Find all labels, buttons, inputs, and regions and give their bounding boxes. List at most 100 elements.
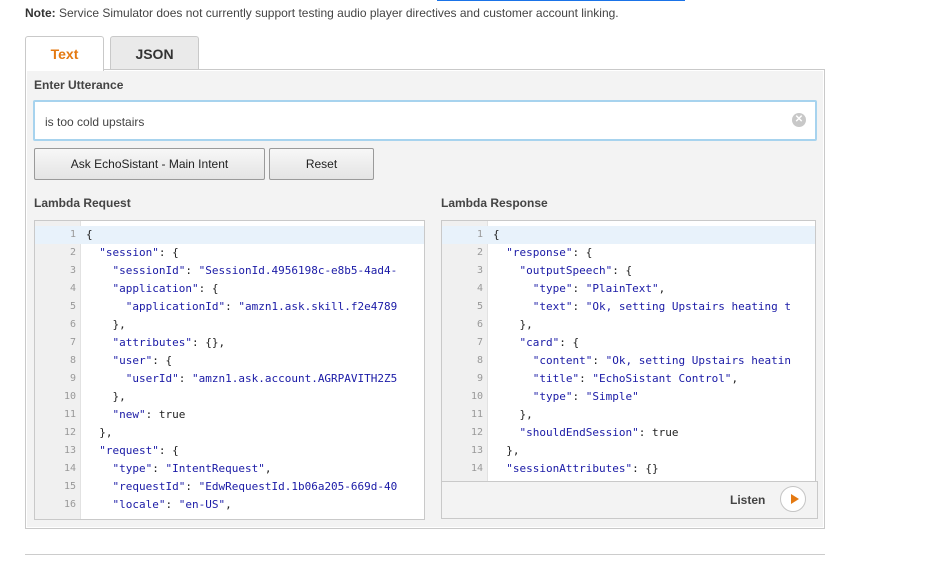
code-text: "shouldEndSession": true <box>519 426 679 439</box>
line-number: 14 <box>63 463 76 474</box>
listen-label: Listen <box>730 493 766 507</box>
code-line: 11 }, <box>442 406 815 424</box>
code-line: 16 "locale": "en-US", <box>35 496 424 514</box>
line-number: 1 <box>476 229 483 240</box>
code-line: 5 "applicationId": "amzn1.ask.skill.f2e4… <box>35 298 424 316</box>
lambda-request-title: Lambda Request <box>34 196 131 210</box>
line-number: 7 <box>476 337 483 348</box>
code-text: "sessionId": "SessionId.4956198c-e8b5-4a… <box>112 264 398 277</box>
code-line: 15 "requestId": "EdwRequestId.1b06a205-6… <box>35 478 424 496</box>
code-line: 12 "shouldEndSession": true <box>442 424 815 442</box>
note-text: Service Simulator does not currently sup… <box>55 6 619 20</box>
code-line: 11 "new": true <box>35 406 424 424</box>
line-number: 11 <box>470 409 483 420</box>
line-number: 9 <box>69 373 76 384</box>
code-text: { <box>86 228 93 241</box>
code-line: 10 "type": "Simple" <box>442 388 815 406</box>
code-text: }, <box>86 390 126 403</box>
code-line: 6 }, <box>35 316 424 334</box>
code-text: }, <box>493 408 533 421</box>
code-line: 1{ <box>35 226 424 244</box>
line-number: 12 <box>470 427 483 438</box>
line-number: 6 <box>476 319 483 330</box>
line-number: 3 <box>476 265 483 276</box>
line-number: 13 <box>63 445 76 456</box>
listen-bar: Listen <box>441 481 818 519</box>
code-line: 4 "application": { <box>35 280 424 298</box>
code-text: "type": "IntentRequest", <box>112 462 272 475</box>
code-text: }, <box>493 444 520 457</box>
clear-icon[interactable]: ✕ <box>792 113 806 127</box>
line-number: 7 <box>69 337 76 348</box>
play-button[interactable] <box>780 486 806 512</box>
code-line: 2 "session": { <box>35 244 424 262</box>
play-icon <box>791 494 799 504</box>
utterance-label: Enter Utterance <box>34 78 124 92</box>
code-text: }, <box>86 426 113 439</box>
line-number: 5 <box>69 301 76 312</box>
line-number: 4 <box>476 283 483 294</box>
reset-button[interactable]: Reset <box>269 148 374 180</box>
code-line: 1{ <box>442 226 815 244</box>
lambda-response-editor[interactable]: 1{2 "response": {3 "outputSpeech": {4 "t… <box>441 220 816 481</box>
code-line: 8 "user": { <box>35 352 424 370</box>
line-number: 1 <box>69 229 76 240</box>
code-text: "userId": "amzn1.ask.account.AGRPAVITH2Z… <box>125 372 398 385</box>
code-text: "request": { <box>99 444 179 457</box>
top-progress-line <box>437 0 685 1</box>
code-text: { <box>493 228 500 241</box>
code-text: "text": "Ok, setting Upstairs heating t <box>532 300 792 313</box>
code-line: 7 "attributes": {}, <box>35 334 424 352</box>
line-number: 12 <box>63 427 76 438</box>
code-text: "session": { <box>99 246 179 259</box>
code-text: "applicationId": "amzn1.ask.skill.f2e478… <box>125 300 398 313</box>
code-text: "type": "PlainText", <box>532 282 666 295</box>
code-text: }, <box>86 318 126 331</box>
code-line: 9 "title": "EchoSistant Control", <box>442 370 815 388</box>
bottom-divider <box>25 554 825 555</box>
code-line: 8 "content": "Ok, setting Upstairs heati… <box>442 352 815 370</box>
code-text: "user": { <box>112 354 173 367</box>
utterance-input[interactable] <box>43 102 787 141</box>
code-text: "type": "Simple" <box>532 390 639 403</box>
lambda-response-title: Lambda Response <box>441 196 548 210</box>
lambda-request-editor[interactable]: 1{2 "session": {3 "sessionId": "SessionI… <box>34 220 425 520</box>
line-number: 8 <box>476 355 483 366</box>
code-line: 7 "card": { <box>442 334 815 352</box>
line-number: 5 <box>476 301 483 312</box>
utterance-field[interactable]: ✕ <box>33 100 817 141</box>
code-text: "response": { <box>506 246 593 259</box>
code-line: 6 }, <box>442 316 815 334</box>
line-number: 15 <box>63 481 76 492</box>
line-number: 6 <box>69 319 76 330</box>
line-number: 11 <box>63 409 76 420</box>
code-text: }, <box>493 318 533 331</box>
note-prefix: Note: <box>25 6 56 20</box>
code-line: 12 }, <box>35 424 424 442</box>
line-number: 8 <box>69 355 76 366</box>
note: Note: Service Simulator does not current… <box>25 6 619 20</box>
code-text: "outputSpeech": { <box>519 264 633 277</box>
tab-text[interactable]: Text <box>25 36 104 71</box>
code-text: "title": "EchoSistant Control", <box>532 372 739 385</box>
code-line: 10 }, <box>35 388 424 406</box>
line-number: 9 <box>476 373 483 384</box>
code-line: 3 "sessionId": "SessionId.4956198c-e8b5-… <box>35 262 424 280</box>
line-number: 10 <box>63 391 76 402</box>
line-number: 3 <box>69 265 76 276</box>
code-text: "sessionAttributes": {} <box>506 462 659 475</box>
line-number: 2 <box>69 247 76 258</box>
code-line: 14 "sessionAttributes": {} <box>442 460 815 478</box>
line-number: 13 <box>470 445 483 456</box>
code-text: "card": { <box>519 336 580 349</box>
tab-json[interactable]: JSON <box>110 36 199 70</box>
code-line: 4 "type": "PlainText", <box>442 280 815 298</box>
ask-intent-button[interactable]: Ask EchoSistant - Main Intent <box>34 148 265 180</box>
line-number: 4 <box>69 283 76 294</box>
code-text: "attributes": {}, <box>112 336 226 349</box>
code-line: 5 "text": "Ok, setting Upstairs heating … <box>442 298 815 316</box>
line-number: 10 <box>470 391 483 402</box>
code-text: "locale": "en-US", <box>112 498 232 511</box>
code-text: "application": { <box>112 282 219 295</box>
code-line: 9 "userId": "amzn1.ask.account.AGRPAVITH… <box>35 370 424 388</box>
